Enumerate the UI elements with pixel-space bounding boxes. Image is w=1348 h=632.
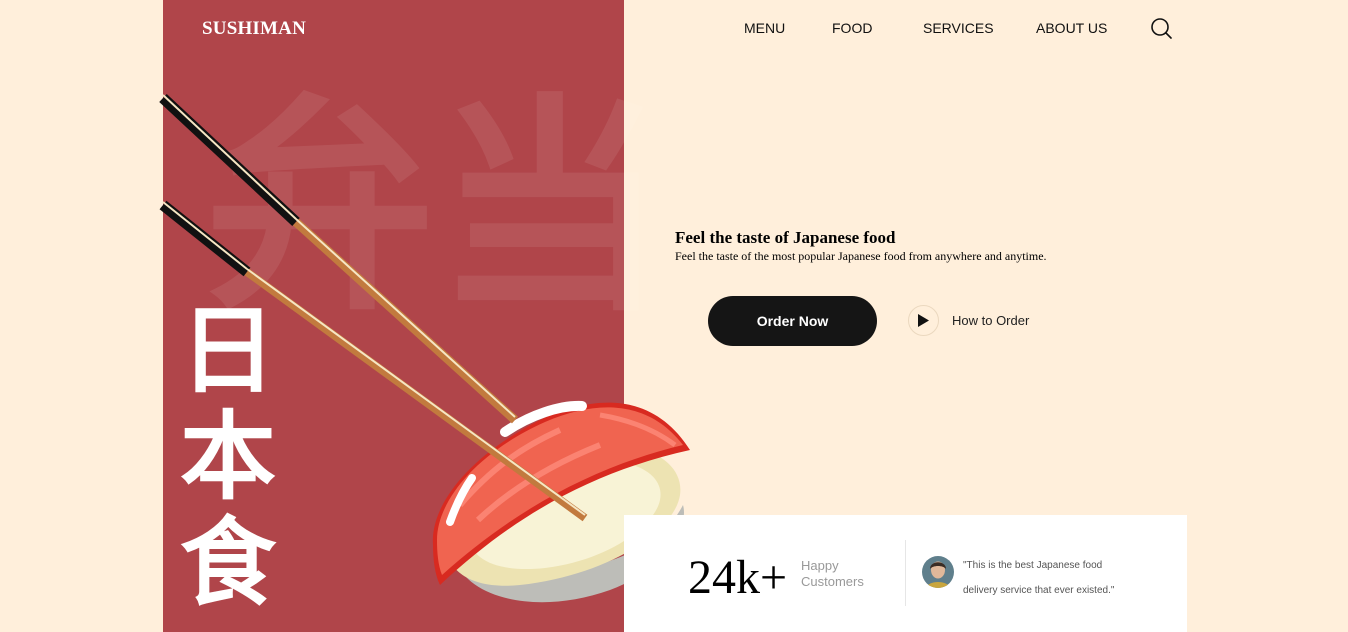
search-icon[interactable] <box>1150 17 1172 39</box>
kanji-char: 日 <box>180 295 276 407</box>
nav-menu[interactable]: MENU <box>744 20 785 36</box>
customer-label: Happy Customers <box>801 558 864 590</box>
customer-count: 24k+ <box>688 551 788 604</box>
nav-services[interactable]: SERVICES <box>923 20 994 36</box>
how-to-order-button[interactable]: How to Order <box>908 305 1029 336</box>
order-now-button[interactable]: Order Now <box>708 296 877 346</box>
stats-divider <box>905 540 906 606</box>
testimonial-quote: "This is the best Japanese food delivery… <box>963 560 1115 596</box>
vertical-kanji: 日 本 食 <box>178 298 278 616</box>
hero-subtitle: Feel the taste of the most popular Japan… <box>675 249 1047 263</box>
hero-title: Feel the taste of Japanese food <box>675 228 896 247</box>
watermark-kanji: 弁当 <box>205 76 666 343</box>
brand-logo[interactable]: SUSHIMAN <box>202 18 306 40</box>
nav-about-us[interactable]: ABOUT US <box>1036 20 1107 36</box>
customer-label-line1: Happy <box>801 558 839 573</box>
how-to-order-label: How to Order <box>952 313 1030 328</box>
customer-label-line2: Customers <box>801 574 864 589</box>
play-icon <box>908 305 939 336</box>
kanji-char: 食 <box>180 507 276 619</box>
avatar <box>922 556 954 588</box>
nav-food[interactable]: FOOD <box>832 20 872 36</box>
kanji-char: 本 <box>180 401 276 513</box>
